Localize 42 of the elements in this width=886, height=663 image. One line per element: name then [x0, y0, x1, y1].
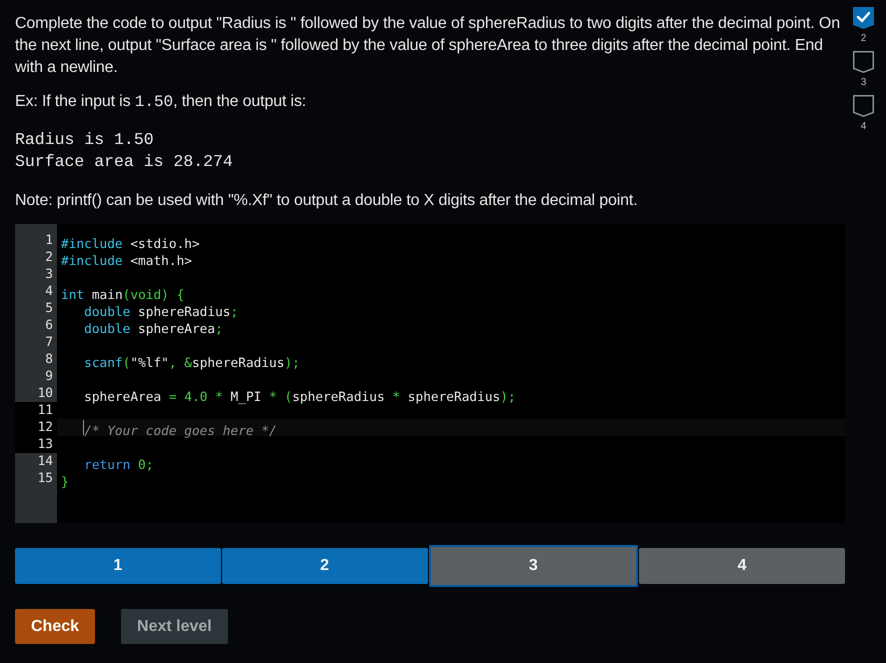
code-line[interactable]: double sphereRadius;	[61, 305, 238, 320]
code-line[interactable]: scanf("%lf", &sphereRadius);	[61, 356, 300, 371]
line-number: 11	[15, 402, 57, 419]
level-number: 2	[860, 33, 866, 45]
level-number: 4	[860, 121, 866, 133]
check-button[interactable]: Check	[15, 609, 96, 644]
level-segment[interactable]: 2	[222, 548, 428, 584]
level-segment[interactable]: 4	[639, 548, 845, 584]
code-line[interactable]: sphereArea = 4.0 * M_PI * (sphereRadius * sphereRadius);	[61, 390, 516, 405]
line-number: 13	[15, 436, 57, 453]
level-segment[interactable]: 1	[15, 548, 221, 584]
code-line[interactable]: /* Your code goes here */	[61, 424, 277, 439]
line-number: 14	[36, 453, 54, 470]
line-number: 12	[15, 419, 57, 436]
line-number: 5	[44, 300, 54, 317]
line-number: 10	[36, 385, 54, 402]
instructions-text: Complete the code to output "Radius is " followed by the value of sphereRadius to two digits after the decimal point. On the next line, output "Surface area is " followed by the value of sphereArea to three digits after the decimal point. End with a newline.	[15, 14, 841, 78]
line-number: 7	[44, 334, 54, 351]
line-number: 9	[44, 368, 54, 385]
code-line[interactable]: #include <stdio.h>	[61, 237, 200, 252]
line-number: 3	[44, 266, 54, 283]
code-line[interactable]: return 0;	[61, 458, 154, 473]
line-number: 15	[36, 470, 54, 487]
code-line[interactable]: #include <math.h>	[61, 254, 192, 269]
line-number: 4	[44, 283, 54, 300]
checked-badge-icon[interactable]	[853, 7, 874, 29]
level-number: 3	[860, 77, 866, 89]
code-line[interactable]: }	[61, 475, 69, 490]
level-segment[interactable]: 3	[428, 545, 638, 587]
line-number: 8	[44, 351, 54, 368]
text-cursor	[83, 420, 84, 435]
line-number: 1	[44, 232, 54, 249]
code-line[interactable]: double sphereArea;	[61, 322, 223, 337]
line-number: 2	[44, 249, 54, 266]
code-line[interactable]: int main(void) {	[61, 288, 184, 303]
output-line: Radius is 1.50	[15, 129, 154, 151]
note-text: Note: printf() can be used with "%.Xf" to output a double to X digits after the decimal point.	[15, 191, 638, 211]
output-line: Surface area is 28.274	[15, 151, 233, 173]
empty-badge-icon[interactable]	[853, 51, 874, 73]
empty-badge-icon[interactable]	[853, 95, 874, 117]
line-number: 6	[44, 317, 54, 334]
example-text: Ex: If the input is 1.50, then the output is:	[15, 92, 306, 113]
